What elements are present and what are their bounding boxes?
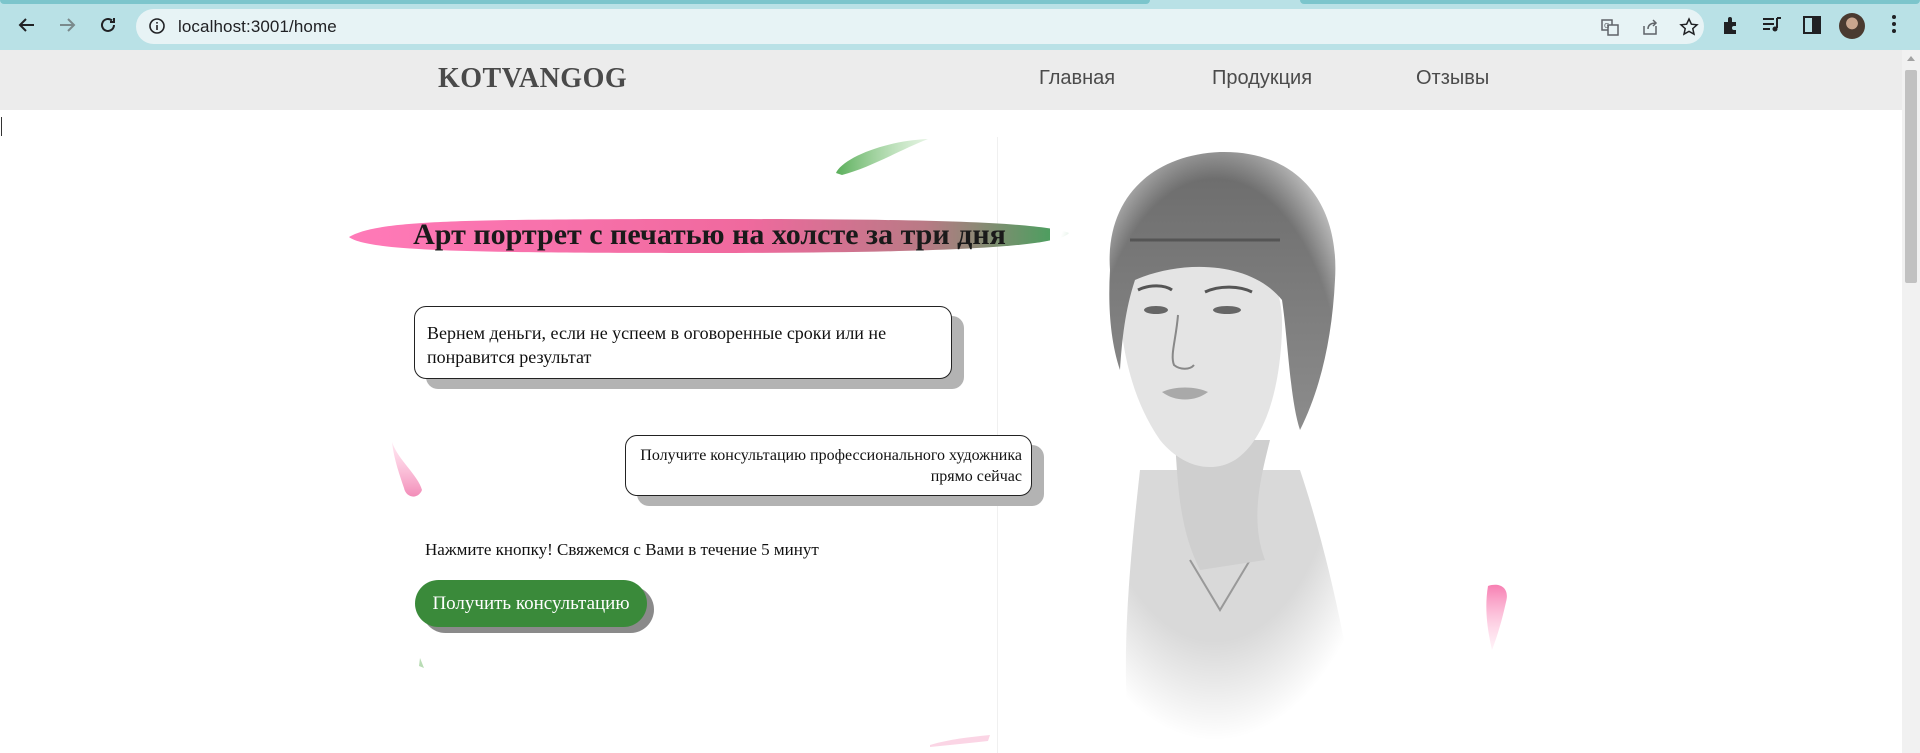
address-bar[interactable]: localhost:3001/home G [136,9,1704,44]
text-caret [1,117,2,136]
scroll-up-arrow-icon[interactable] [1907,56,1915,61]
hero-section: Арт портрет с печатью на холсте за три д… [0,110,1902,753]
kebab-menu-icon[interactable] [1891,15,1897,35]
nav-link-products[interactable]: Продукция [1212,67,1312,90]
consultation-card: Получите консультацию профессионального … [625,435,1032,496]
back-arrow-icon[interactable] [12,10,42,40]
nav-link-reviews[interactable]: Отзывы [1416,67,1489,90]
tab-strip [1300,0,1920,4]
avatar[interactable] [1839,13,1865,39]
share-icon[interactable] [1640,17,1660,37]
brand-logo[interactable]: KOTVANGOG [438,63,627,95]
leaf-fragment-decoration [419,658,424,668]
reload-icon[interactable] [93,10,123,40]
pink-petal-decoration [392,442,422,497]
active-tab-strip [0,0,1150,4]
hero-title: Арт портрет с печатью на холсте за три д… [413,218,1006,251]
portrait-illustration [1050,140,1380,740]
star-icon[interactable] [1679,17,1699,37]
site-header: KOTVANGOG Главная Продукция Отзывы [0,50,1902,110]
info-icon[interactable] [148,17,166,35]
cta-note: Нажмите кнопку! Свяжемся с Вами в течени… [425,540,819,559]
get-consultation-button[interactable]: Получить консультацию [415,580,647,627]
side-panel-icon[interactable] [1801,14,1823,36]
media-queue-icon[interactable] [1761,14,1783,36]
browser-toolbar: localhost:3001/home G [0,0,1920,50]
svg-text:G: G [1604,22,1609,30]
translate-icon[interactable]: G [1600,17,1620,37]
scroll-thumb[interactable] [1905,70,1917,283]
nav-link-home[interactable]: Главная [1039,67,1115,90]
puzzle-icon[interactable] [1720,14,1742,36]
guarantee-card: Вернем деньги, если не успеем в оговорен… [414,306,952,379]
pink-stroke-decoration [930,735,990,747]
page-scrollbar[interactable] [1902,50,1920,753]
url-text[interactable]: localhost:3001/home [178,17,337,37]
pink-petal-decoration [1486,584,1507,650]
forward-arrow-icon[interactable] [52,10,82,40]
green-leaf-decoration [836,139,928,175]
